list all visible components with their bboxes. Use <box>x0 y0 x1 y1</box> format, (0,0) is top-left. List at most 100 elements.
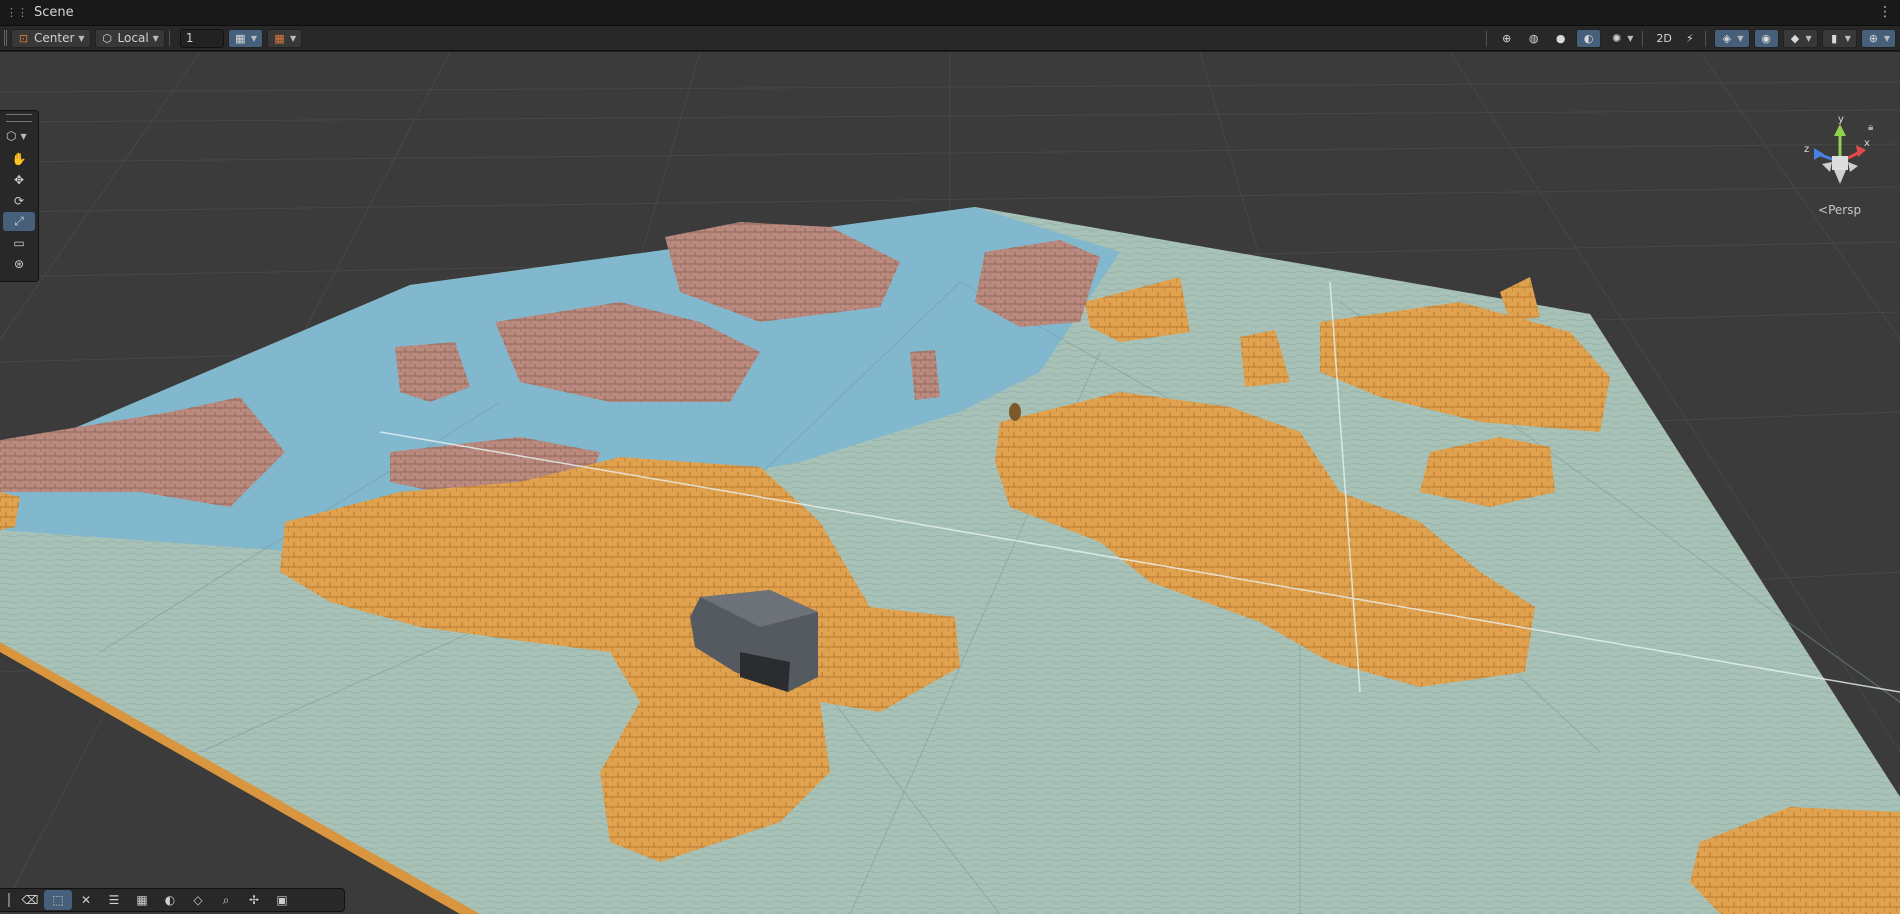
scene-tab-bar: ⋮⋮ Scene ⋮ <box>0 0 1900 26</box>
rotate-icon: ⟳ <box>13 193 25 208</box>
y-axis-label: y <box>1838 114 1844 125</box>
chevron-down-icon: ▼ <box>1805 34 1812 43</box>
search-button[interactable]: ⌕ <box>212 890 240 910</box>
select-icon: ⬚ <box>52 893 64 907</box>
cube-icon: ⬡ <box>102 31 112 45</box>
grid-icon: ▦ <box>136 893 148 907</box>
projection-toggle[interactable]: <Persp <box>1818 203 1861 217</box>
wireframe-shading-icon: ⊕ <box>1502 32 1512 45</box>
layers-icon: ◇ <box>193 893 203 907</box>
chevron-down-icon: ▼ <box>1883 34 1890 43</box>
layers-dropdown[interactable]: ◆ ▼ <box>1782 29 1818 48</box>
scene-render[interactable] <box>0 52 1900 914</box>
chevron-down-icon: ▼ <box>250 33 257 43</box>
camera-dropdown[interactable]: ▮ ▼ <box>1821 29 1857 48</box>
cross-icon: ✕ <box>80 893 92 907</box>
scene-viewport[interactable]: ⬡ ▼ ✋ ✥ ⟳ ⤢ ▭ ⊛ y x z 🔒︎ <Persp <box>0 52 1900 914</box>
toolbar-right-group: ⊕ ◍ ● ◐ ✺ ▼ 2D ⚡ ◈ ▼ ◉ ◆ ▼ ▮ ▼ ⊕ ▼ <box>1482 29 1896 48</box>
eraser-button[interactable]: ⌫ <box>16 890 44 910</box>
transform-icon: ⊛ <box>13 256 25 271</box>
tools-overlay: ⬡ ▼ ✋ ✥ ⟳ ⤢ ▭ ⊛ <box>0 110 39 282</box>
move-icon: ✥ <box>13 172 25 187</box>
unlit-icon: ◐ <box>1583 32 1594 45</box>
2d-toggle-icon: 2D <box>1656 32 1672 45</box>
move-button[interactable]: ✢ <box>240 890 268 910</box>
pivot-rotation-dropdown[interactable]: ⬡ Local ▼ <box>94 28 165 48</box>
tool-context-dropdown[interactable]: ⬡ ▼ <box>0 125 38 147</box>
gizmo-toggle-dropdown[interactable]: ⊕ ▼ <box>1860 29 1896 48</box>
audio-toggle-button[interactable]: ⚡ <box>1678 29 1701 48</box>
rect-tool[interactable]: ▭ <box>3 233 35 252</box>
pivot-rotation-label: Local <box>117 31 149 45</box>
shaded-wireframe-icon: ◍ <box>1528 32 1539 45</box>
transform-tool[interactable]: ⊛ <box>3 254 35 273</box>
wireframe-shading-button[interactable]: ⊕ <box>1495 29 1518 48</box>
grid-icon: ▦ <box>274 31 285 45</box>
toolbar-separator <box>1642 30 1644 47</box>
settings-button[interactable]: ☰ <box>100 890 128 910</box>
barrel-object <box>1009 403 1021 421</box>
neg-z-cone[interactable] <box>1848 162 1858 172</box>
grid-snap-input[interactable]: 1 <box>179 28 224 48</box>
grid-button[interactable]: ▦ <box>128 890 156 910</box>
neg-y-cone[interactable] <box>1834 170 1846 184</box>
grid-visibility-dropdown[interactable]: ▦ ▼ <box>266 28 303 48</box>
overlay-grip[interactable] <box>8 893 10 907</box>
chevron-down-icon: ▼ <box>1737 34 1744 43</box>
camera-icon: ▮ <box>1831 32 1838 45</box>
chevron-down-icon: ▼ <box>152 33 159 43</box>
toolbar-separator <box>1705 30 1707 47</box>
overlay-grip[interactable] <box>6 114 32 122</box>
y-axis-cone[interactable] <box>1834 124 1846 136</box>
shaded-button[interactable]: ● <box>1549 29 1572 48</box>
search-icon: ⌕ <box>222 892 230 907</box>
scale-icon: ⤢ <box>14 214 24 228</box>
gizmo-center-cube[interactable] <box>1832 156 1848 170</box>
chevron-down-icon: ▼ <box>289 33 297 43</box>
scale-tool[interactable]: ⤢ <box>3 212 35 231</box>
pivot-mode-label: Center <box>34 31 75 45</box>
unlit-button[interactable]: ◐ <box>1576 29 1602 48</box>
effects-dropdown[interactable]: ◈ ▼ <box>1714 29 1750 48</box>
2d-toggle-button[interactable]: 2D <box>1651 29 1674 48</box>
camera-button[interactable]: ▣ <box>268 890 296 910</box>
visibility-icon: ◉ <box>1761 32 1771 45</box>
z-axis-cone[interactable] <box>1814 148 1824 160</box>
chevron-left-icon: < <box>1818 203 1829 217</box>
moon-button[interactable]: ◐ <box>156 890 184 910</box>
window-title[interactable]: Scene <box>34 5 74 20</box>
toolbar-separator <box>168 30 170 46</box>
grid-snap-toggle[interactable]: ▦ ▼ <box>227 28 263 48</box>
layers-icon: ◆ <box>1790 32 1800 45</box>
cross-button[interactable]: ✕ <box>72 890 100 910</box>
lock-icon[interactable]: 🔒︎ <box>1868 122 1873 133</box>
gizmo-toggle-icon: ⊕ <box>1868 32 1878 45</box>
gizmos-icon: ✺ <box>1612 32 1622 45</box>
select-button[interactable]: ⬚ <box>44 890 72 910</box>
shaded-icon: ● <box>1555 32 1566 45</box>
kebab-menu-icon[interactable]: ⋮ <box>1878 4 1892 20</box>
cube-icon: ⬡ <box>6 129 17 143</box>
projection-label: Persp <box>1828 203 1862 217</box>
visibility-button[interactable]: ◉ <box>1753 29 1779 48</box>
pivot-mode-dropdown[interactable]: ⊡ Center ▼ <box>11 28 91 48</box>
move-tool[interactable]: ✥ <box>3 170 35 189</box>
rect-icon: ▭ <box>13 235 25 250</box>
audio-toggle-icon: ⚡ <box>1686 32 1694 45</box>
gizmos-dropdown[interactable]: ✺ ▼ <box>1605 29 1638 48</box>
shaded-wireframe-button[interactable]: ◍ <box>1522 29 1545 48</box>
x-axis-label: x <box>1864 138 1870 149</box>
hand-tool[interactable]: ✋ <box>3 149 35 168</box>
chevron-down-icon: ▼ <box>78 33 85 43</box>
tab-grip-icon: ⋮⋮ <box>6 6 28 19</box>
bottom-overlay-toolbar: ⌫ ⬚ ✕ ☰ ▦ ◐ ◇ ⌕ ✢ ▣ <box>0 888 345 912</box>
scene-toolbar: ⊡ Center ▼ ⬡ Local ▼ 1 ▦ ▼ ▦ ▼ ⊕ ◍ ● ◐ ✺… <box>0 26 1900 51</box>
eraser-icon: ⌫ <box>21 893 39 907</box>
settings-icon: ☰ <box>108 893 120 907</box>
move-icon: ✢ <box>248 893 260 907</box>
grid-snap-icon: ▦ <box>235 31 246 45</box>
neg-x-cone[interactable] <box>1822 162 1832 172</box>
layers-button[interactable]: ◇ <box>184 890 212 910</box>
rotate-tool[interactable]: ⟳ <box>3 191 35 210</box>
chevron-down-icon: ▼ <box>1627 34 1634 43</box>
